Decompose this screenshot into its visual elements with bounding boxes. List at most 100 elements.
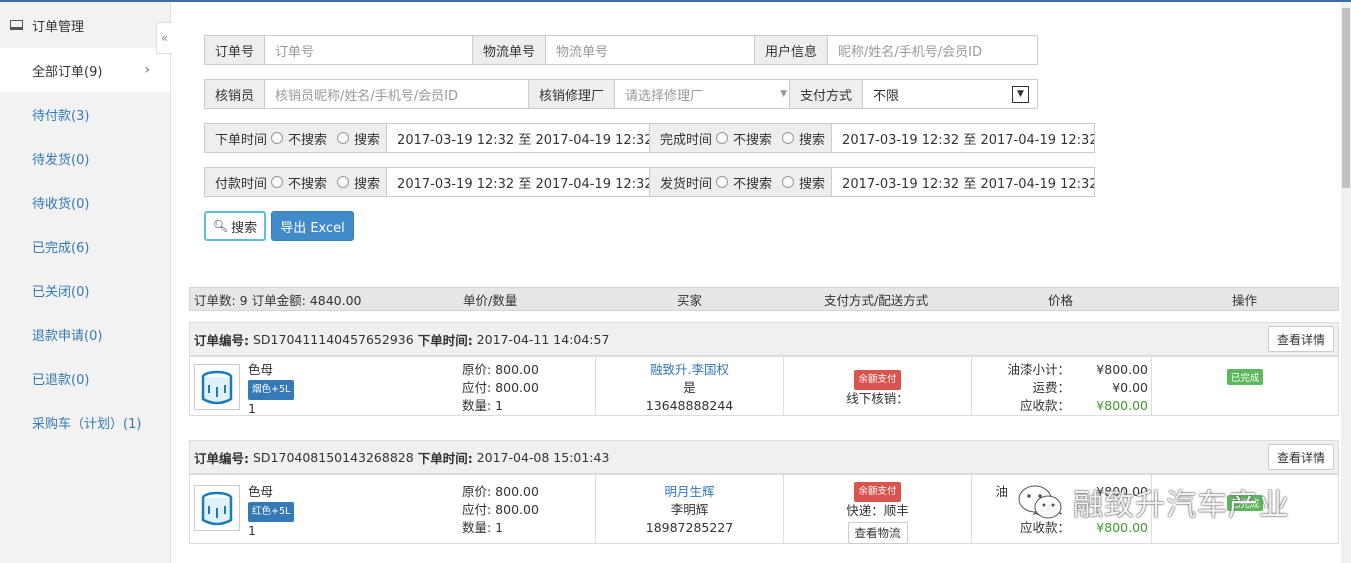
export-excel-button[interactable]: 导出 Excel [271, 211, 354, 241]
pay-time-search-radio[interactable]: 搜索 [337, 173, 380, 192]
logistics-number-input[interactable]: 物流单号 [546, 36, 754, 64]
paint-bucket-icon [201, 491, 233, 526]
scrollbar-thumb[interactable] [1342, 8, 1350, 188]
buyer-realname: 是 [683, 380, 696, 395]
verifier-input[interactable]: 核销员昵称/姓名/手机号/会员ID [265, 80, 528, 108]
ship-time-group: 发货时间 不搜索 搜索 2017-03-19 12:32 至 2017-04-1… [649, 167, 1095, 197]
view-details-button[interactable]: 查看详情 [1267, 444, 1334, 470]
product-name: 色母 [248, 362, 274, 377]
sidebar-item-pending-shipment[interactable]: 待发货(0) [0, 136, 170, 180]
order-summary: 订单数: 9 订单金额: 4840.00 [194, 292, 362, 308]
sidebar-item-label: 待付款(3) [32, 108, 90, 124]
sidebar-item-refunded[interactable]: 已退款(0) [0, 356, 170, 400]
repair-shop-label: 核销修理厂 [529, 80, 616, 108]
ship-time-range-input[interactable]: 2017-03-19 12:32 至 2017-04-19 12:32 ▦ [832, 168, 1094, 196]
product-name: 色母 [248, 484, 274, 499]
ship-time-no-search-radio[interactable]: 不搜索 [716, 173, 772, 192]
payment-method-group: 支付方式 不限 ▼ [789, 79, 1038, 109]
view-details-button[interactable]: 查看详情 [1267, 326, 1334, 352]
order-time-filter: 下单时间 不搜索 搜索 [205, 124, 388, 152]
col-header-price-qty: 单价/数量 [463, 292, 518, 308]
order-header: 订单编号: SD170408150143268828 下单时间: 2017-04… [189, 440, 1339, 474]
sidebar: 订单管理 全部订单(9) › 待付款(3) 待发货(0) 待收货(0) 已完成(… [0, 2, 171, 563]
order-time-label: 下单时间: [417, 332, 473, 348]
repair-shop-group: 核销修理厂 请选择修理厂 ▼ [528, 79, 790, 109]
order-no-label: 订单编号: [194, 450, 249, 466]
receivable-value: ¥800.00 [1096, 398, 1148, 413]
ship-time-range-value: 2017-03-19 12:32 至 2017-04-19 12:32 [842, 176, 1094, 192]
sidebar-item-pending-receipt[interactable]: 待收货(0) [0, 180, 170, 224]
paint-bucket-icon [201, 370, 233, 405]
product-spec-tag: 红色+5L [248, 502, 295, 522]
order-time-range-value: 2017-03-19 12:32 至 2017-04-19 12:32 [397, 132, 649, 148]
buyer-phone: 13648888244 [645, 398, 734, 413]
pay-time-range-input[interactable]: 2017-03-19 12:32 至 2017-04-19 12:32 ▦ [387, 168, 649, 196]
finish-time-range-value: 2017-03-19 12:32 至 2017-04-19 12:32 [842, 132, 1094, 148]
payment-method-label: 支付方式 [790, 80, 864, 108]
order-number-label: 订单号 [205, 36, 266, 64]
view-logistics-button[interactable]: 查看物流 [847, 522, 908, 544]
buyer-phone: 18987285227 [645, 520, 734, 535]
sidebar-item-label: 待收货(0) [32, 196, 90, 212]
verifier-group: 核销员 核销员昵称/姓名/手机号/会员ID [204, 79, 529, 109]
vertical-scrollbar[interactable] [1341, 2, 1351, 563]
product-qty: 1 [248, 523, 256, 538]
sidebar-item-closed[interactable]: 已关闭(0) [0, 268, 170, 312]
quantity: 数量: 1 [462, 398, 504, 413]
order-time-label: 下单时间 [215, 132, 268, 148]
pay-time-group: 付款时间 不搜索 搜索 2017-03-19 12:32 至 2017-04-1… [204, 167, 650, 197]
subtotal-label: 油漆小计： [1007, 362, 1070, 377]
status-badge: 已完成 [1226, 369, 1264, 385]
sidebar-item-all-orders[interactable]: 全部订单(9) › [0, 48, 170, 92]
finish-time-no-search-radio[interactable]: 不搜索 [716, 129, 772, 148]
logistics-number-label: 物流单号 [473, 36, 547, 64]
pay-time-label: 付款时间 [215, 176, 268, 192]
order-number-input[interactable]: 订单号 [265, 36, 472, 64]
finish-time-group: 完成时间 不搜索 搜索 2017-03-19 12:32 至 2017-04-1… [649, 123, 1095, 153]
sidebar-item-completed[interactable]: 已完成(6) [0, 224, 170, 268]
freight-value: ¥0.00 [1112, 380, 1148, 395]
sidebar-item-purchase-cart[interactable]: 采购车（计划）(1) [0, 400, 170, 444]
order-time-range-input[interactable]: 2017-03-19 12:32 至 2017-04-19 12:32 ▦ [387, 124, 649, 152]
sidebar-item-pending-payment[interactable]: 待付款(3) [0, 92, 170, 136]
payable-price: 应付: 800.00 [462, 502, 539, 517]
buyer-name-link[interactable]: 明月生辉 [596, 483, 783, 501]
product-qty: 1 [248, 401, 256, 416]
user-info-input[interactable]: 昵称/姓名/手机号/会员ID [828, 36, 1037, 64]
sidebar-item-label: 已退款(0) [32, 372, 90, 388]
order-time: 2017-04-11 14:04:57 [476, 331, 610, 347]
freight-label: 运费： [1032, 380, 1070, 395]
original-price: 原价: 800.00 [462, 484, 539, 499]
payable-price: 应付: 800.00 [462, 380, 539, 395]
finish-time-range-input[interactable]: 2017-03-19 12:32 至 2017-04-19 12:32 ▦ [832, 124, 1094, 152]
col-header-pay-ship: 支付方式/配送方式 [824, 292, 929, 308]
col-header-buyer: 买家 [677, 292, 703, 308]
repair-shop-select[interactable]: 请选择修理厂 ▼ [615, 80, 789, 108]
chevron-right-icon: › [144, 62, 150, 78]
finish-time-search-radio[interactable]: 搜索 [782, 129, 825, 148]
ship-time-search-radio[interactable]: 搜索 [782, 173, 825, 192]
pay-time-range-value: 2017-03-19 12:32 至 2017-04-19 12:32 [397, 176, 649, 192]
main-content: 订单号 订单号 物流单号 物流单号 用户信息 昵称/姓名/手机号/会员ID 核销… [189, 2, 1339, 563]
ship-time-filter: 发货时间 不搜索 搜索 [650, 168, 833, 196]
search-button[interactable]: 🔍︎ 搜索 [204, 211, 266, 241]
order-time: 2017-04-08 15:01:43 [476, 449, 610, 465]
finish-time-filter: 完成时间 不搜索 搜索 [650, 124, 833, 152]
sidebar-item-label: 已完成(6) [32, 240, 90, 256]
sidebar-header-label: 订单管理 [32, 19, 85, 35]
buyer-name-link[interactable]: 融致升.李国权 [596, 361, 783, 379]
order-time-no-search-radio[interactable]: 不搜索 [271, 129, 327, 148]
sidebar-item-refund-requests[interactable]: 退款申请(0) [0, 312, 170, 356]
order-no: SD170411140457652936 [252, 331, 414, 347]
watermark: 融致升汽车产业 [1015, 482, 1290, 523]
pay-time-no-search-radio[interactable]: 不搜索 [271, 173, 327, 192]
ship-time-label: 发货时间 [660, 176, 713, 192]
order-time-search-radio[interactable]: 搜索 [337, 129, 380, 148]
original-price: 原价: 800.00 [462, 362, 539, 377]
sidebar-collapse-button[interactable]: « [156, 22, 172, 54]
export-excel-label: 导出 Excel [280, 220, 345, 236]
product-image [194, 364, 240, 410]
verifier-label: 核销员 [205, 80, 266, 108]
payment-method-select[interactable]: 不限 ▼ [863, 80, 1037, 108]
payment-method-value: 不限 [873, 88, 900, 104]
